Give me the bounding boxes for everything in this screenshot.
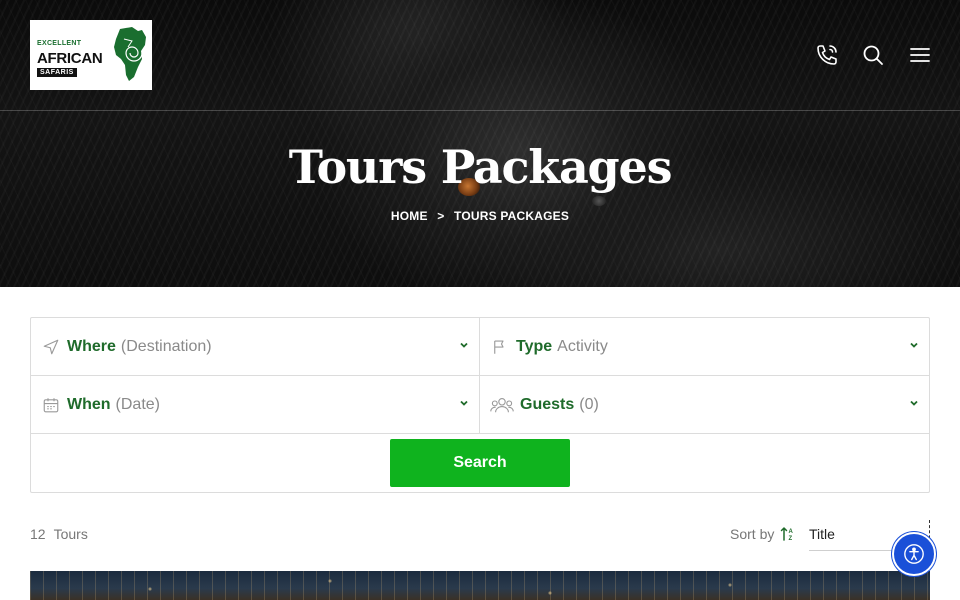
navigation-arrow-icon <box>41 337 61 357</box>
logo-line-3: SAFARIS <box>37 68 77 77</box>
tour-count-number: 12 <box>30 526 46 542</box>
sort-by-label: Sort by <box>730 526 775 542</box>
accessibility-button[interactable] <box>892 532 936 576</box>
when-label: When <box>67 395 111 413</box>
menu-icon[interactable] <box>908 43 932 67</box>
tour-count-label: Tours <box>53 526 88 542</box>
where-label: Where <box>67 337 116 355</box>
svg-text:A: A <box>789 529 794 535</box>
accessibility-icon <box>904 544 924 564</box>
group-icon <box>490 395 514 415</box>
flag-icon <box>490 337 510 357</box>
tour-count: 12 Tours <box>30 526 88 542</box>
when-placeholder: (Date) <box>115 395 160 413</box>
type-label: Type <box>516 337 553 355</box>
chevron-down-icon <box>910 342 918 348</box>
guests-placeholder: (0) <box>579 395 599 413</box>
logo-line-1: EXCELLENT <box>37 40 82 47</box>
africa-map-icon <box>114 27 146 81</box>
header-divider <box>0 110 960 111</box>
calendar-icon <box>41 395 61 415</box>
gorilla-nostril <box>592 196 606 206</box>
breadcrumb-current: TOURS PACKAGES <box>454 209 570 223</box>
search-button[interactable]: Search <box>390 439 570 487</box>
chevron-down-icon <box>460 342 468 348</box>
when-date-select[interactable]: When (Date) <box>31 376 480 434</box>
breadcrumb-separator: > <box>437 209 445 223</box>
where-destination-select[interactable]: Where (Destination) <box>31 318 480 376</box>
breadcrumb-home-link[interactable]: HOME <box>391 209 428 223</box>
chevron-down-icon <box>910 400 918 406</box>
phone-icon[interactable] <box>815 43 839 67</box>
svg-text:Z: Z <box>789 536 793 542</box>
guests-label: Guests <box>520 395 575 413</box>
city-lights-texture <box>30 571 930 600</box>
sort-order-icon[interactable]: A Z <box>780 526 796 547</box>
tour-search-form: Where (Destination) Type Activity When (… <box>30 317 930 493</box>
chevron-down-icon <box>460 400 468 406</box>
site-logo[interactable]: EXCELLENT AFRICAN SAFARIS <box>30 20 152 90</box>
breadcrumb: HOME > TOURS PACKAGES <box>0 209 960 223</box>
where-placeholder: (Destination) <box>120 337 212 355</box>
page-title: Tours Packages <box>288 140 673 194</box>
guests-select[interactable]: Guests (0) <box>480 376 929 434</box>
search-icon[interactable] <box>861 43 885 67</box>
logo-line-2: AFRICAN <box>37 50 103 67</box>
type-placeholder: Activity <box>557 337 608 355</box>
type-activity-select[interactable]: Type Activity <box>480 318 929 376</box>
tour-card-image[interactable] <box>30 571 930 600</box>
